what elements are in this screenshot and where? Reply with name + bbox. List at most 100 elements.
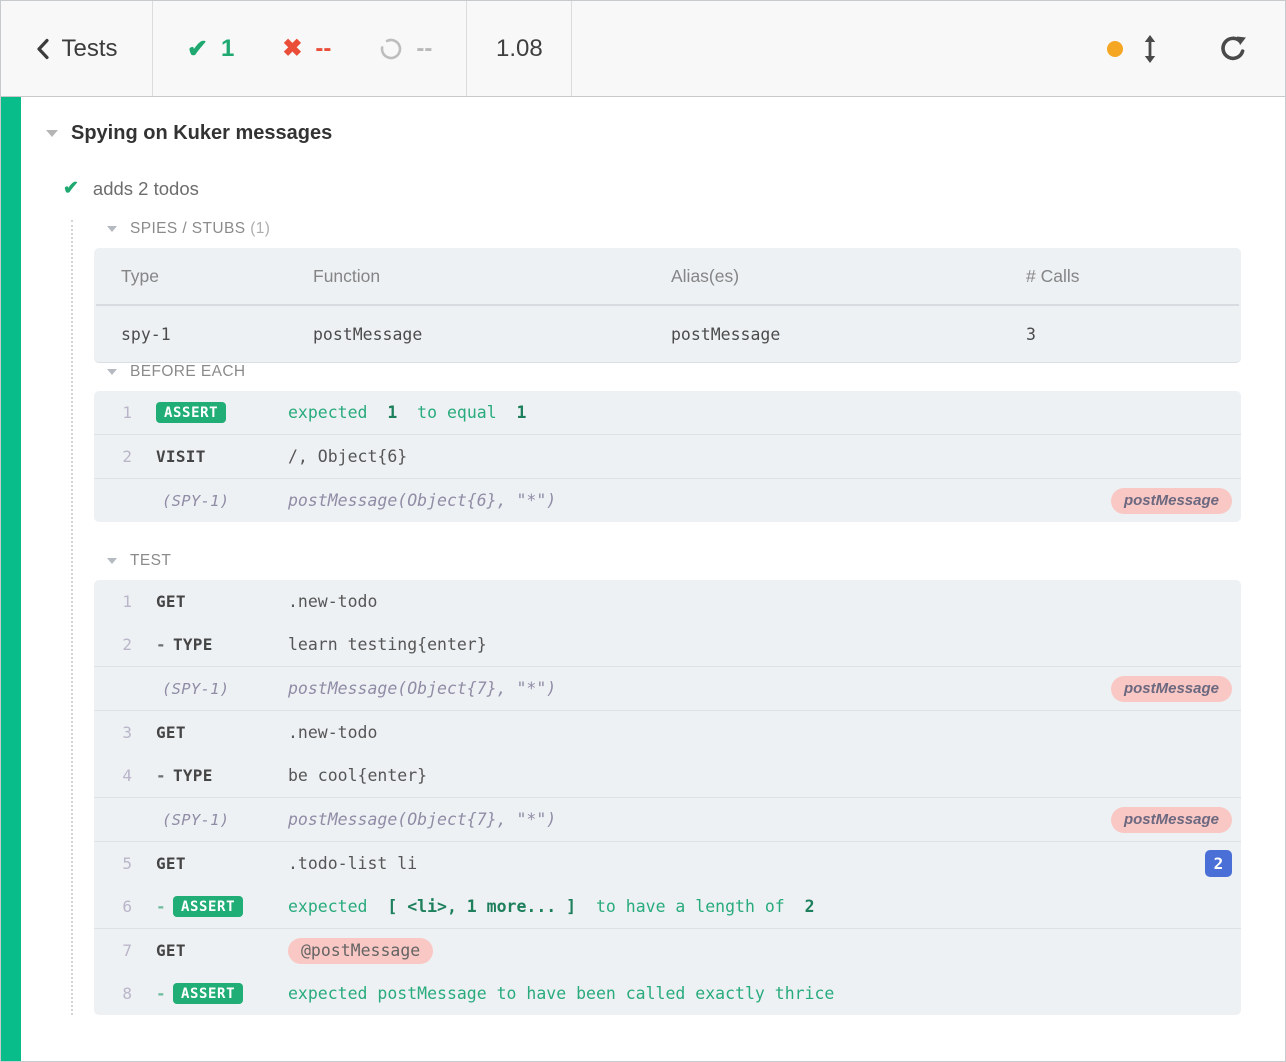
command-method: GET	[132, 723, 288, 742]
command-group: 3 GET .new-todo 4- TYPE be cool{enter}	[94, 710, 1241, 797]
command-group: 7 GET @postMessage 8- ASSERT expected postMes…	[94, 928, 1241, 1015]
command-group: 1 GET .new-todo 2- TYPE learn testing{enter}	[94, 580, 1241, 666]
method-name: TYPE	[172, 635, 213, 654]
command-method: (SPY-1)	[162, 810, 230, 829]
test-header[interactable]: ✔ adds 2 todos	[63, 177, 1241, 200]
command-message: postMessage(Object{7}, "*")	[288, 810, 557, 829]
child-dash: -	[156, 984, 166, 1003]
refresh-icon[interactable]	[1217, 33, 1249, 65]
section-header[interactable]: TEST	[94, 552, 1241, 570]
assert-text: 2	[794, 897, 815, 916]
command-group: 2 VISIT /, Object{6}	[94, 434, 1241, 478]
command-group: (SPY-1) postMessage(Object{7}, "*") postMe…	[94, 666, 1241, 710]
reporter-header: Tests ✔ 1 ✖ -- -- 1.08	[1, 1, 1285, 97]
spy-call-badge[interactable]: postMessage	[1110, 806, 1232, 833]
run-duration: 1.08	[467, 1, 573, 96]
test-passed-check-icon: ✔	[63, 178, 79, 199]
spy-table-row[interactable]: spy-1 postMessage postMessage 3	[94, 306, 1241, 362]
col-header-calls: # Calls	[1026, 265, 1080, 286]
scroll-toggle-icon[interactable]	[1141, 34, 1159, 64]
assert-badge: ASSERT	[172, 983, 244, 1004]
command-block: 1 ASSERT expected 1 to equal 1 2 VISIT /, Obj…	[94, 391, 1241, 522]
back-button-label: Tests	[61, 34, 118, 62]
chevron-left-icon	[37, 38, 50, 59]
table-header-row: Type Function Alias(es) # Calls	[94, 248, 1241, 304]
command-group: 1 ASSERT expected 1 to equal 1	[94, 391, 1241, 434]
command-method: (SPY-1)	[162, 679, 230, 698]
passed-check-icon: ✔	[187, 34, 208, 63]
command-row[interactable]: 2- TYPE learn testing{enter}	[94, 623, 1241, 666]
command-number: 1	[122, 403, 132, 422]
reporter-body: Spying on Kuker messages ✔ adds 2 todos …	[1, 97, 1285, 1061]
back-to-tests-button[interactable]: Tests	[1, 1, 153, 96]
command-message: expected [ <li>, 1 more... ] to have a l…	[288, 897, 1241, 916]
command-method: GET	[132, 941, 288, 960]
assert-text: to have a length of	[586, 897, 795, 916]
suite-title: Spying on Kuker messages	[71, 122, 333, 144]
collapse-caret-icon	[46, 130, 58, 137]
command-row[interactable]: 1 GET .new-todo	[94, 580, 1241, 623]
element-count-badge: 2	[1205, 850, 1232, 877]
command-number: 7	[122, 941, 132, 960]
spy-call-badge[interactable]: postMessage	[1110, 487, 1232, 514]
command-row[interactable]: 1 ASSERT expected 1 to equal 1	[94, 391, 1241, 434]
collapse-caret-icon	[107, 226, 117, 232]
command-group: (SPY-1) postMessage(Object{6}, "*") postMe…	[94, 478, 1241, 522]
section-spies-stubs: SPIES / STUBS (1) Type Function Alias(es…	[94, 220, 1241, 363]
method-name: GET	[156, 592, 186, 611]
method-name: GET	[156, 854, 186, 873]
command-method: - TYPE	[132, 635, 288, 654]
spy-event-row[interactable]: (SPY-1) postMessage(Object{7}, "*") postMe…	[94, 667, 1241, 710]
spies-stubs-header[interactable]: SPIES / STUBS (1)	[94, 220, 1241, 238]
cell-function: postMessage	[313, 324, 423, 344]
spy-event-row[interactable]: (SPY-1) postMessage(Object{7}, "*") postMe…	[94, 798, 1241, 841]
collapse-caret-icon	[107, 369, 117, 375]
command-row[interactable]: 3 GET .new-todo	[94, 711, 1241, 754]
stat-pending[interactable]: --	[379, 35, 432, 63]
spy-call-badge[interactable]: postMessage	[1110, 675, 1232, 702]
test-body: SPIES / STUBS (1) Type Function Alias(es…	[71, 220, 1241, 1015]
status-dot-icon	[1107, 40, 1123, 57]
command-row[interactable]: 2 VISIT /, Object{6}	[94, 435, 1241, 478]
col-header-function: Function	[313, 265, 381, 286]
spy-event-row[interactable]: (SPY-1) postMessage(Object{6}, "*") postMe…	[94, 479, 1241, 522]
col-header-type: Type	[121, 265, 159, 286]
command-row[interactable]: 8- ASSERT expected postMessage to have bee…	[94, 972, 1241, 1015]
command-row[interactable]: 7 GET @postMessage	[94, 929, 1241, 972]
section-before-each: BEFORE EACH 1 ASSERT expected 1 to equal 1 2…	[94, 363, 1241, 522]
command-row[interactable]: 5 GET .todo-list li 2	[94, 842, 1241, 885]
command-message: learn testing{enter}	[288, 635, 487, 654]
command-message: /, Object{6}	[288, 447, 408, 466]
command-method: - TYPE	[132, 766, 288, 785]
stat-failed[interactable]: ✖ --	[282, 34, 331, 63]
section-title: BEFORE EACH	[130, 363, 246, 380]
failed-x-icon: ✖	[282, 35, 303, 62]
command-group: 5 GET .todo-list li 2 6- ASSERT expected [ <li…	[94, 841, 1241, 928]
command-row[interactable]: 6- ASSERT expected [ <li>, 1 more... ] to …	[94, 885, 1241, 928]
stat-passed[interactable]: ✔ 1	[187, 34, 234, 64]
test-runner-window: Tests ✔ 1 ✖ -- -- 1.08 Spying on Kuker m…	[0, 0, 1286, 1062]
alias-badge: @postMessage	[288, 937, 434, 964]
command-method: - ASSERT	[132, 983, 288, 1004]
command-method: GET	[132, 592, 288, 611]
command-message: expected 1 to equal 1	[288, 403, 1241, 422]
section-title: TEST	[130, 552, 172, 569]
command-number: 2	[122, 447, 132, 466]
command-number: 5	[122, 854, 132, 873]
header-controls	[1107, 1, 1285, 96]
assert-text: expected postMessage to have been called…	[288, 984, 835, 1003]
command-row[interactable]: 4- TYPE be cool{enter}	[94, 754, 1241, 797]
assert-text: 1	[506, 403, 527, 422]
method-name: GET	[156, 723, 186, 742]
child-dash: -	[156, 897, 166, 916]
command-method: ASSERT	[132, 402, 288, 423]
cell-calls: 3	[1026, 324, 1036, 344]
spies-stubs-count: (1)	[250, 220, 271, 237]
col-header-aliases: Alias(es)	[671, 265, 740, 286]
command-number: 3	[122, 723, 132, 742]
section-header[interactable]: BEFORE EACH	[94, 363, 1241, 381]
test-stats: ✔ 1 ✖ -- --	[153, 1, 468, 96]
suite-header[interactable]: Spying on Kuker messages	[21, 122, 1241, 145]
command-message: .new-todo	[288, 592, 378, 611]
spies-stubs-table: Type Function Alias(es) # Calls spy-1 pos…	[94, 248, 1241, 363]
